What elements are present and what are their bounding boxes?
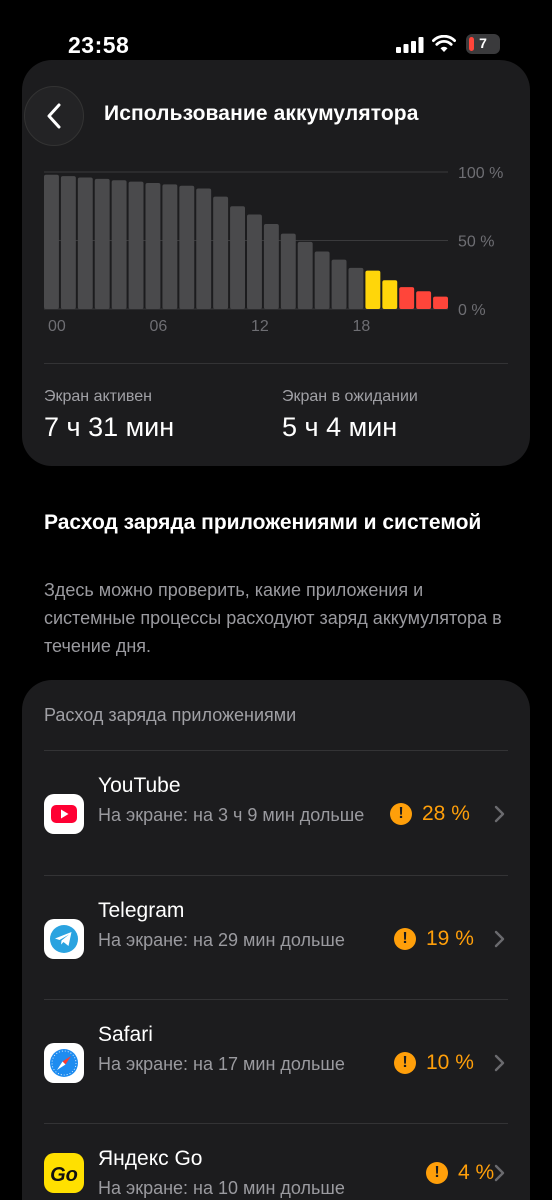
y-tick-label: 50 % [458,234,494,251]
page-title: Использование аккумулятора [104,102,419,125]
chart-bar [196,188,212,309]
x-tick-label: 00 [48,318,66,335]
chart-bar [433,296,448,309]
chart-bar [179,185,195,309]
app-name: Safari [98,1023,153,1046]
section-description: Здесь можно проверить, какие приложения … [44,580,502,656]
app-detail: На экране: на 29 мин дольше [98,930,345,950]
youtube-icon [44,794,84,834]
chevron-left-icon [47,103,61,129]
app-usage-header: Расход заряда приложениями [44,705,297,725]
warning-icon: ! [390,803,412,825]
app-percent: 10 % [426,1051,474,1074]
app-name: Telegram [98,899,185,922]
chevron-right-icon [494,1164,505,1182]
battery-indicator: 7 [466,34,500,54]
battery-level-text: 7 [479,35,487,51]
screen-idle-value: 5 ч 4 мин [282,412,398,442]
chevron-right-icon [494,1054,505,1072]
chart-bar [77,177,93,309]
warning-icon: ! [394,1052,416,1074]
app-detail: На экране: на 10 мин дольше [98,1178,345,1198]
chart-bar [331,259,347,309]
chart-bar [280,233,296,309]
chart-bar [314,251,330,309]
chart-bar [162,184,178,309]
chart-bar [145,182,161,309]
divider [44,1123,508,1124]
chart-bar [416,291,432,309]
svg-text:Go: Go [50,1164,78,1186]
app-percent: 28 % [422,802,470,825]
screen-active-label: Экран активен [44,388,152,405]
app-name: Яндекс Go [98,1147,203,1170]
chart-bar [348,267,364,309]
chevron-right-icon [494,930,505,948]
chart-bar [297,241,313,309]
chart-bar [399,287,415,309]
back-button[interactable] [24,86,84,146]
chart-bar [213,196,229,309]
section-title: Расход заряда приложениями и системой [44,511,482,534]
yandex-go-icon: Go [44,1153,84,1193]
divider [44,999,508,1000]
y-tick-label: 100 % [458,165,503,182]
divider [44,875,508,876]
telegram-icon [44,919,84,959]
chart-bar [111,180,127,309]
chart-bar [247,214,262,309]
warning-icon: ! [426,1162,448,1184]
x-tick-label: 06 [150,318,168,335]
chart-bar [44,174,59,309]
warning-icon: ! [394,928,416,950]
x-tick-label: 18 [353,318,371,335]
cellular-signal-icon [396,37,424,53]
app-row-safari[interactable]: Safari На экране: на 17 мин дольше ! 10 … [22,1001,530,1125]
chart-bar [60,176,76,309]
chart-bar [263,224,279,309]
status-time: 23:58 [68,32,130,58]
wifi-icon [432,35,456,52]
divider [44,363,508,364]
app-percent: 19 % [426,927,474,950]
chart-bar [230,206,245,309]
app-row-youtube[interactable]: YouTube На экране: на 3 ч 9 мин дольше !… [22,752,530,876]
chart-bar [365,270,381,309]
safari-icon [44,1043,84,1083]
battery-level-chart[interactable]: 100 % 50 % 0 % 00 06 12 18 [0,160,552,340]
app-detail: На экране: на 3 ч 9 мин дольше [98,805,365,825]
chevron-right-icon [494,805,505,823]
chart-bar [94,178,110,309]
app-detail: На экране: на 17 мин дольше [98,1054,345,1074]
y-tick-label: 0 % [458,302,486,319]
screen-active-value: 7 ч 31 мин [44,412,175,442]
screen-idle-label: Экран в ожидании [282,388,418,405]
app-row-yandex-go[interactable]: Go Яндекс Go На экране: на 10 мин дольше… [22,1125,530,1200]
x-tick-label: 12 [251,318,269,335]
app-row-telegram[interactable]: Telegram На экране: на 29 мин дольше ! 1… [22,877,530,1001]
divider [44,750,508,751]
chart-bar [128,181,144,309]
app-percent: 4 % [458,1161,495,1184]
chart-bar [382,280,398,309]
app-name: YouTube [98,774,181,797]
